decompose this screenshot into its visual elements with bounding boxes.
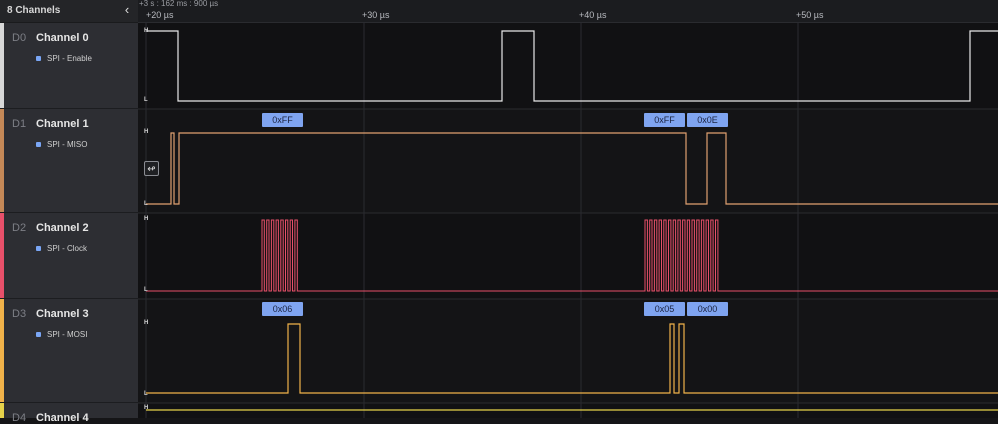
sidebar-header: 8 Channels ‹ <box>0 0 138 23</box>
trigger-edge-icon[interactable]: ↫ <box>144 161 159 176</box>
time-tick: +30 µs <box>362 10 390 20</box>
channel-id: D2 <box>12 222 27 234</box>
analyzer-label: SPI - Clock <box>36 244 87 253</box>
analyzer-label: SPI - Enable <box>36 54 92 63</box>
channel-count-title: 8 Channels <box>7 5 61 16</box>
miso-annotation[interactable]: 0x0E <box>687 113 728 127</box>
channel-name[interactable]: Channel 1 <box>36 118 89 130</box>
channel-color-bar <box>0 109 4 212</box>
level-low-label: L <box>144 201 148 207</box>
analyzer-dot-icon <box>36 56 41 61</box>
channel-color-bar <box>0 403 4 418</box>
channel-row-1[interactable]: D1 Channel 1 SPI - MISO <box>0 109 138 213</box>
mosi-annotation[interactable]: 0x00 <box>687 302 728 316</box>
lane-background <box>138 23 998 109</box>
channel-id: D0 <box>12 32 27 44</box>
level-high-label: H <box>144 405 149 411</box>
time-offset: +3 s : 162 ms : 900 µs <box>139 0 219 8</box>
channel-row-0[interactable]: D0 Channel 0 SPI - Enable <box>0 23 138 109</box>
channel-name[interactable]: Channel 3 <box>36 308 89 320</box>
channel-id: D4 <box>12 412 27 424</box>
level-low-label: L <box>144 97 148 103</box>
level-high-label: H <box>144 28 149 34</box>
analyzer-dot-icon <box>36 332 41 337</box>
miso-annotation[interactable]: 0xFF <box>262 113 303 127</box>
channel-row-2[interactable]: D2 Channel 2 SPI - Clock <box>0 213 138 299</box>
analyzer-label: SPI - MISO <box>36 140 87 149</box>
analyzer-dot-icon <box>36 246 41 251</box>
miso-annotation[interactable]: 0xFF <box>644 113 685 127</box>
waveform-plot[interactable] <box>138 22 998 418</box>
channel-sidebar: 8 Channels ‹ D0 Channel 0 SPI - Enable D… <box>0 0 138 424</box>
mosi-annotation[interactable]: 0x06 <box>262 302 303 316</box>
channel-row-3[interactable]: D3 Channel 3 SPI - MOSI <box>0 299 138 403</box>
chevron-left-icon[interactable]: ‹ <box>121 3 133 17</box>
channel-id: D1 <box>12 118 27 130</box>
time-tick: +20 µs <box>146 10 174 20</box>
level-high-label: H <box>144 216 149 222</box>
analyzer-dot-icon <box>36 142 41 147</box>
channel-name[interactable]: Channel 4 <box>36 412 89 424</box>
channel-color-bar <box>0 213 4 298</box>
analyzer-label: SPI - MOSI <box>36 330 87 339</box>
time-tick: +50 µs <box>796 10 824 20</box>
mosi-annotation[interactable]: 0x05 <box>644 302 685 316</box>
level-high-label: H <box>144 320 149 326</box>
channel-color-bar <box>0 23 4 108</box>
time-tick: +40 µs <box>579 10 607 20</box>
channel-id: D3 <box>12 308 27 320</box>
level-low-label: L <box>144 391 148 397</box>
level-low-label: L <box>144 287 148 293</box>
channel-name[interactable]: Channel 2 <box>36 222 89 234</box>
level-high-label: H <box>144 129 149 135</box>
channel-color-bar <box>0 299 4 402</box>
channel-row-4[interactable]: D4 Channel 4 <box>0 403 138 424</box>
channel-name[interactable]: Channel 0 <box>36 32 89 44</box>
time-ruler[interactable]: +3 s : 162 ms : 900 µs +20 µs +30 µs +40… <box>138 0 998 23</box>
